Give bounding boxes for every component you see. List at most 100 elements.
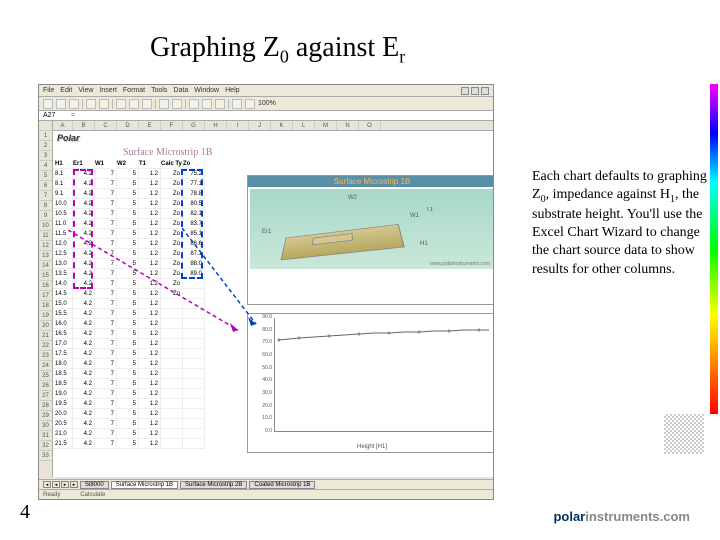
row-header[interactable]: 2 xyxy=(39,141,52,151)
row-header[interactable]: 14 xyxy=(39,261,52,271)
status-calculate: Calculate xyxy=(80,492,105,498)
tab-first-icon[interactable]: ◂ xyxy=(43,481,51,488)
row-headers: 1234567891011121314151617181920212223242… xyxy=(39,121,53,477)
menubar: File Edit View Insert Format Tools Data … xyxy=(39,85,493,97)
tab-next-icon[interactable]: ▸ xyxy=(61,481,69,488)
menu-insert[interactable]: Insert xyxy=(99,87,117,94)
cell-reference[interactable]: A27 xyxy=(43,112,67,119)
menu-window[interactable]: Window xyxy=(194,87,219,94)
chart-icon[interactable] xyxy=(232,99,242,109)
row-header[interactable]: 19 xyxy=(39,311,52,321)
row-header[interactable]: 11 xyxy=(39,231,52,241)
col-header[interactable]: H xyxy=(205,121,227,130)
row-header[interactable]: 12 xyxy=(39,241,52,251)
menu-edit[interactable]: Edit xyxy=(60,87,72,94)
col-header[interactable]: C xyxy=(95,121,117,130)
menu-tools[interactable]: Tools xyxy=(151,87,167,94)
row-header[interactable]: 4 xyxy=(39,161,52,171)
footer-logo: polarinstruments.com xyxy=(553,509,690,524)
row-header[interactable]: 24 xyxy=(39,361,52,371)
sort-desc-icon[interactable] xyxy=(215,99,225,109)
col-header[interactable]: L xyxy=(293,121,315,130)
tab-last-icon[interactable]: ▸ xyxy=(70,481,78,488)
tab-prev-icon[interactable]: ◂ xyxy=(52,481,60,488)
paste-icon[interactable] xyxy=(142,99,152,109)
col-header[interactable]: M xyxy=(315,121,337,130)
menu-format[interactable]: Format xyxy=(123,87,145,94)
menu-file[interactable]: File xyxy=(43,87,54,94)
close-icon[interactable] xyxy=(481,87,489,95)
chart-diagram[interactable]: Surface Microstrip 1B W2 W1 Er1 H1 T1 ww… xyxy=(247,175,493,305)
copy-icon[interactable] xyxy=(129,99,139,109)
row-header[interactable]: 8 xyxy=(39,201,52,211)
col-header[interactable]: F xyxy=(161,121,183,130)
row-header[interactable]: 9 xyxy=(39,211,52,221)
preview-icon[interactable] xyxy=(99,99,109,109)
open-icon[interactable] xyxy=(56,99,66,109)
toolbar: 100% xyxy=(39,97,493,111)
microstrip-diagram: W2 W1 Er1 H1 T1 www.polarinstruments.com xyxy=(250,189,493,269)
formula-input[interactable]: = xyxy=(71,112,75,119)
col-header[interactable]: O xyxy=(359,121,381,130)
new-icon[interactable] xyxy=(43,99,53,109)
sort-asc-icon[interactable] xyxy=(202,99,212,109)
row-header[interactable]: 6 xyxy=(39,181,52,191)
redo-icon[interactable] xyxy=(172,99,182,109)
row-header[interactable]: 16 xyxy=(39,281,52,291)
cut-icon[interactable] xyxy=(116,99,126,109)
tab-surface-1b[interactable]: Surface Microstrip 1B xyxy=(111,481,178,489)
row-header[interactable]: 3 xyxy=(39,151,52,161)
undo-icon[interactable] xyxy=(159,99,169,109)
row-header[interactable]: 31 xyxy=(39,431,52,441)
row-header[interactable]: 20 xyxy=(39,321,52,331)
row-header[interactable]: 1 xyxy=(39,131,52,141)
row-header[interactable]: 29 xyxy=(39,411,52,421)
row-header[interactable]: 21 xyxy=(39,331,52,341)
row-header[interactable]: 23 xyxy=(39,351,52,361)
grid[interactable]: ABCDEFGHIJKLMNO Polar Surface Microstrip… xyxy=(53,121,493,477)
checker-box xyxy=(664,414,704,454)
col-header[interactable]: B xyxy=(73,121,95,130)
drawing-icon[interactable] xyxy=(245,99,255,109)
minimize-icon[interactable] xyxy=(461,87,469,95)
formula-bar: A27 = xyxy=(39,111,493,121)
col-header[interactable]: I xyxy=(227,121,249,130)
maximize-icon[interactable] xyxy=(471,87,479,95)
row-header[interactable]: 22 xyxy=(39,341,52,351)
col-header[interactable]: G xyxy=(183,121,205,130)
row-header[interactable]: 33 xyxy=(39,451,52,461)
col-header[interactable]: A xyxy=(53,121,73,130)
row-header[interactable]: 15 xyxy=(39,271,52,281)
row-header[interactable]: 27 xyxy=(39,391,52,401)
row-header[interactable]: 28 xyxy=(39,401,52,411)
row-header[interactable]: 26 xyxy=(39,381,52,391)
menu-help[interactable]: Help xyxy=(225,87,239,94)
menu-data[interactable]: Data xyxy=(173,87,188,94)
print-icon[interactable] xyxy=(86,99,96,109)
tab-surface-2b[interactable]: Surface Microstrip 2B xyxy=(180,481,247,489)
save-icon[interactable] xyxy=(69,99,79,109)
row-header[interactable]: 32 xyxy=(39,441,52,451)
row-header[interactable]: 10 xyxy=(39,221,52,231)
tab-coated-1b[interactable]: Coated Microstrip 1B xyxy=(249,481,315,489)
line-chart[interactable]: 90.0 80.0 70.0 60.0 50.0 40.0 30.0 20.0 … xyxy=(247,313,493,453)
sum-icon[interactable] xyxy=(189,99,199,109)
col-header[interactable]: E xyxy=(139,121,161,130)
chart-xlabel: Height [H1] xyxy=(357,444,387,450)
zoom-level[interactable]: 100% xyxy=(258,100,276,107)
row-header[interactable]: 25 xyxy=(39,371,52,381)
row-header[interactable]: 7 xyxy=(39,191,52,201)
row-header[interactable]: 30 xyxy=(39,421,52,431)
excel-window: File Edit View Insert Format Tools Data … xyxy=(38,84,494,500)
row-header[interactable]: 17 xyxy=(39,291,52,301)
row-header[interactable]: 13 xyxy=(39,251,52,261)
row-header[interactable]: 5 xyxy=(39,171,52,181)
col-header[interactable]: D xyxy=(117,121,139,130)
col-header[interactable]: K xyxy=(271,121,293,130)
page-number: 4 xyxy=(20,501,30,524)
menu-view[interactable]: View xyxy=(78,87,93,94)
row-header[interactable]: 18 xyxy=(39,301,52,311)
col-header[interactable]: N xyxy=(337,121,359,130)
tab-si8000[interactable]: Si8000 xyxy=(80,481,109,489)
col-header[interactable]: J xyxy=(249,121,271,130)
